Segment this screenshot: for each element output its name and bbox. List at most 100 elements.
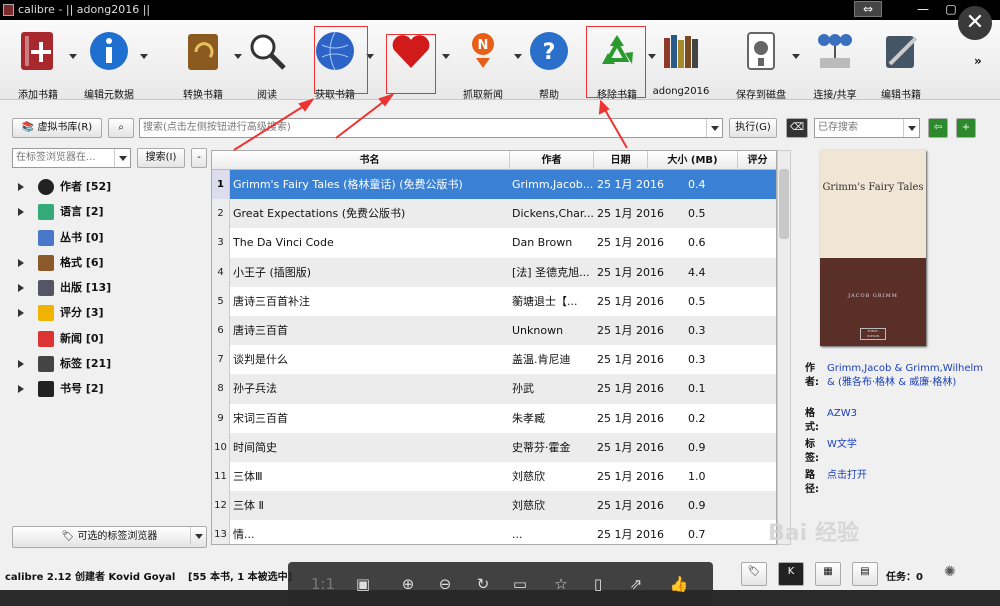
- cell-n: 6: [212, 315, 230, 346]
- expand-arrow-icon[interactable]: [18, 258, 24, 267]
- cell-n: 7: [212, 345, 230, 375]
- tag-node-7[interactable]: 标签 [21]: [10, 353, 210, 378]
- cell-size: 0.3: [688, 323, 706, 337]
- tag-icon: [38, 356, 54, 373]
- cell-title: The Da Vinci Code: [233, 236, 334, 250]
- cell-author: 刘慈欣: [512, 469, 545, 483]
- cell-title: 孙子兵法: [233, 382, 277, 396]
- bookmark-star-icon[interactable]: ☆: [550, 573, 572, 595]
- cover-flow-icon[interactable]: ▤: [852, 562, 878, 586]
- expand-arrow-icon[interactable]: [18, 208, 24, 217]
- tag-node-4[interactable]: 出版 [13]: [10, 277, 210, 302]
- cell-title: Great Expectations (免费公版书): [233, 207, 406, 221]
- arrow-line-2: [335, 98, 388, 139]
- vertical-scrollbar[interactable]: [777, 150, 791, 545]
- manage-tag-browser-label: 可选的标签浏览器: [77, 531, 158, 542]
- cover-publisher-mark: PUBLIC DOMAIN: [860, 328, 886, 340]
- meta-path-label: 路径:: [805, 470, 819, 495]
- arrow-line-1: [233, 103, 308, 151]
- status-jobs[interactable]: 任务：0: [886, 568, 923, 583]
- meta-tags-value[interactable]: W文学: [827, 438, 987, 452]
- meta-formats-value[interactable]: AZW3: [827, 407, 987, 421]
- zoom-in-icon[interactable]: ⊕: [397, 573, 419, 595]
- cell-date: 25 1月 2016: [597, 353, 664, 367]
- cell-n: 12: [212, 491, 230, 521]
- cell-date: 25 1月 2016: [597, 265, 664, 279]
- tag-node-label: 格式 [6]: [60, 255, 104, 269]
- cell-title: 谈判是什么: [233, 353, 288, 367]
- chevron-down-icon[interactable]: [190, 527, 206, 545]
- cell-date: 25 1月 2016: [597, 499, 664, 513]
- cell-date: 25 1月 2016: [597, 411, 664, 425]
- arrow-line-3: [603, 107, 628, 149]
- table-row[interactable]: 8 孙子兵法 孙武 25 1月 2016 0.1: [212, 374, 776, 404]
- cell-n: 11: [212, 461, 230, 492]
- cell-author: Dan Brown: [512, 236, 573, 250]
- fit-screen-icon[interactable]: ▣: [352, 573, 374, 595]
- table-row[interactable]: 3 The Da Vinci Code Dan Brown 25 1月 2016 0.6: [212, 228, 776, 258]
- cell-title: 宋词三百首: [233, 411, 288, 425]
- publisher-icon: [38, 280, 54, 297]
- expand-arrow-icon[interactable]: [18, 360, 24, 369]
- watermark-text: Bai 经验: [768, 521, 859, 546]
- cell-author: Dickens,Char...: [512, 207, 594, 221]
- tag-layout-icon[interactable]: 🏷: [741, 562, 767, 586]
- cell-author: 蘅塘退士【...: [512, 294, 578, 308]
- cell-n: 5: [212, 286, 230, 316]
- cell-size: 1.0: [688, 469, 706, 483]
- table-row[interactable]: 4 小王子 (插图版) [法] 圣德克旭... 25 1月 2016 4.4: [212, 257, 776, 287]
- table-row[interactable]: 2 Great Expectations (免费公版书) Dickens,Char.…: [212, 199, 776, 229]
- cell-n: 4: [212, 257, 230, 287]
- tag-browser: 作者 [52] 语言 [2] 丛书 [0] 格式 [6] 出版 [13] 评分 [3] 新闻…: [10, 176, 210, 404]
- cell-date: 25 1月 2016: [597, 528, 664, 542]
- cell-title: 情...: [233, 528, 255, 542]
- rotate-icon[interactable]: ↻: [472, 573, 494, 595]
- tag-node-6[interactable]: 新闻 [0]: [10, 328, 210, 353]
- cell-n: 13: [212, 520, 230, 544]
- expand-arrow-icon[interactable]: [18, 385, 24, 394]
- table-row[interactable]: 12 三体 Ⅱ 刘慈欣 25 1月 2016 0.9: [212, 491, 776, 521]
- tag-node-5[interactable]: 评分 [3]: [10, 302, 210, 327]
- meta-authors-value[interactable]: Grimm,Jacob & Grimm,Wilhelm & (雅各布·格林 & …: [827, 362, 987, 390]
- cell-n: 9: [212, 403, 230, 433]
- cell-size: 0.5: [688, 207, 706, 221]
- zoom-out-icon[interactable]: ⊖: [434, 573, 456, 595]
- tag-node-label: 书号 [2]: [60, 382, 104, 396]
- series-icon: [38, 229, 54, 246]
- tag-node-label: 出版 [13]: [60, 281, 112, 295]
- annotation-arrows: [233, 93, 628, 151]
- grid-view-icon[interactable]: ▦: [815, 562, 841, 586]
- tag-node-3[interactable]: 格式 [6]: [10, 252, 210, 277]
- table-row[interactable]: 13 情...... 25 1月 2016 0.7: [212, 520, 776, 544]
- phone-icon[interactable]: ▯: [587, 573, 609, 595]
- table-row[interactable]: 9 宋词三百首 朱孝臧 25 1月 2016 0.2: [212, 403, 776, 433]
- share-icon[interactable]: ⇗: [625, 573, 647, 595]
- save-icon[interactable]: ▭: [509, 573, 531, 595]
- cell-n: 10: [212, 432, 230, 462]
- manage-tag-browser-button[interactable]: 🏷 可选的标签浏览器: [12, 526, 207, 548]
- cell-size: 0.3: [688, 353, 706, 367]
- tag-node-8[interactable]: 书号 [2]: [10, 378, 210, 403]
- table-row[interactable]: 5 唐诗三百首补注 蘅塘退士【... 25 1月 2016 0.5: [212, 286, 776, 316]
- thumb-up-icon[interactable]: 👍: [668, 573, 690, 595]
- close-icon[interactable]: ✕: [958, 6, 992, 40]
- kindle-icon[interactable]: K: [778, 562, 804, 586]
- cell-author: 盖温.肯尼迪: [512, 353, 571, 367]
- cell-size: 0.7: [688, 528, 706, 542]
- table-row[interactable]: 10 时间简史 史蒂芬·霍金 25 1月 2016 0.9: [212, 432, 776, 462]
- expand-arrow-icon[interactable]: [18, 309, 24, 318]
- meta-path-value[interactable]: 点击打开: [827, 469, 987, 483]
- expand-arrow-icon[interactable]: [18, 284, 24, 293]
- tag-icon: 🏷: [61, 531, 75, 542]
- table-row[interactable]: 6 唐诗三百首 Unknown 25 1月 2016 0.3: [212, 315, 776, 346]
- table-row[interactable]: 11 三体Ⅲ 刘慈欣 25 1月 2016 1.0: [212, 461, 776, 492]
- tag-node-2[interactable]: 丛书 [0]: [10, 227, 210, 252]
- table-row[interactable]: 7 谈判是什么 盖温.肯尼迪 25 1月 2016 0.3: [212, 345, 776, 375]
- zoom-ratio[interactable]: 1:1: [308, 573, 338, 595]
- status-book-count: [55 本书, 1 本被选中]: [188, 572, 293, 583]
- cell-author: 刘慈欣: [512, 499, 545, 513]
- tag-node-1[interactable]: 语言 [2]: [10, 201, 210, 226]
- cell-size: 0.2: [688, 411, 706, 425]
- cell-author: 史蒂芬·霍金: [512, 440, 571, 454]
- cell-size: 0.9: [688, 440, 706, 454]
